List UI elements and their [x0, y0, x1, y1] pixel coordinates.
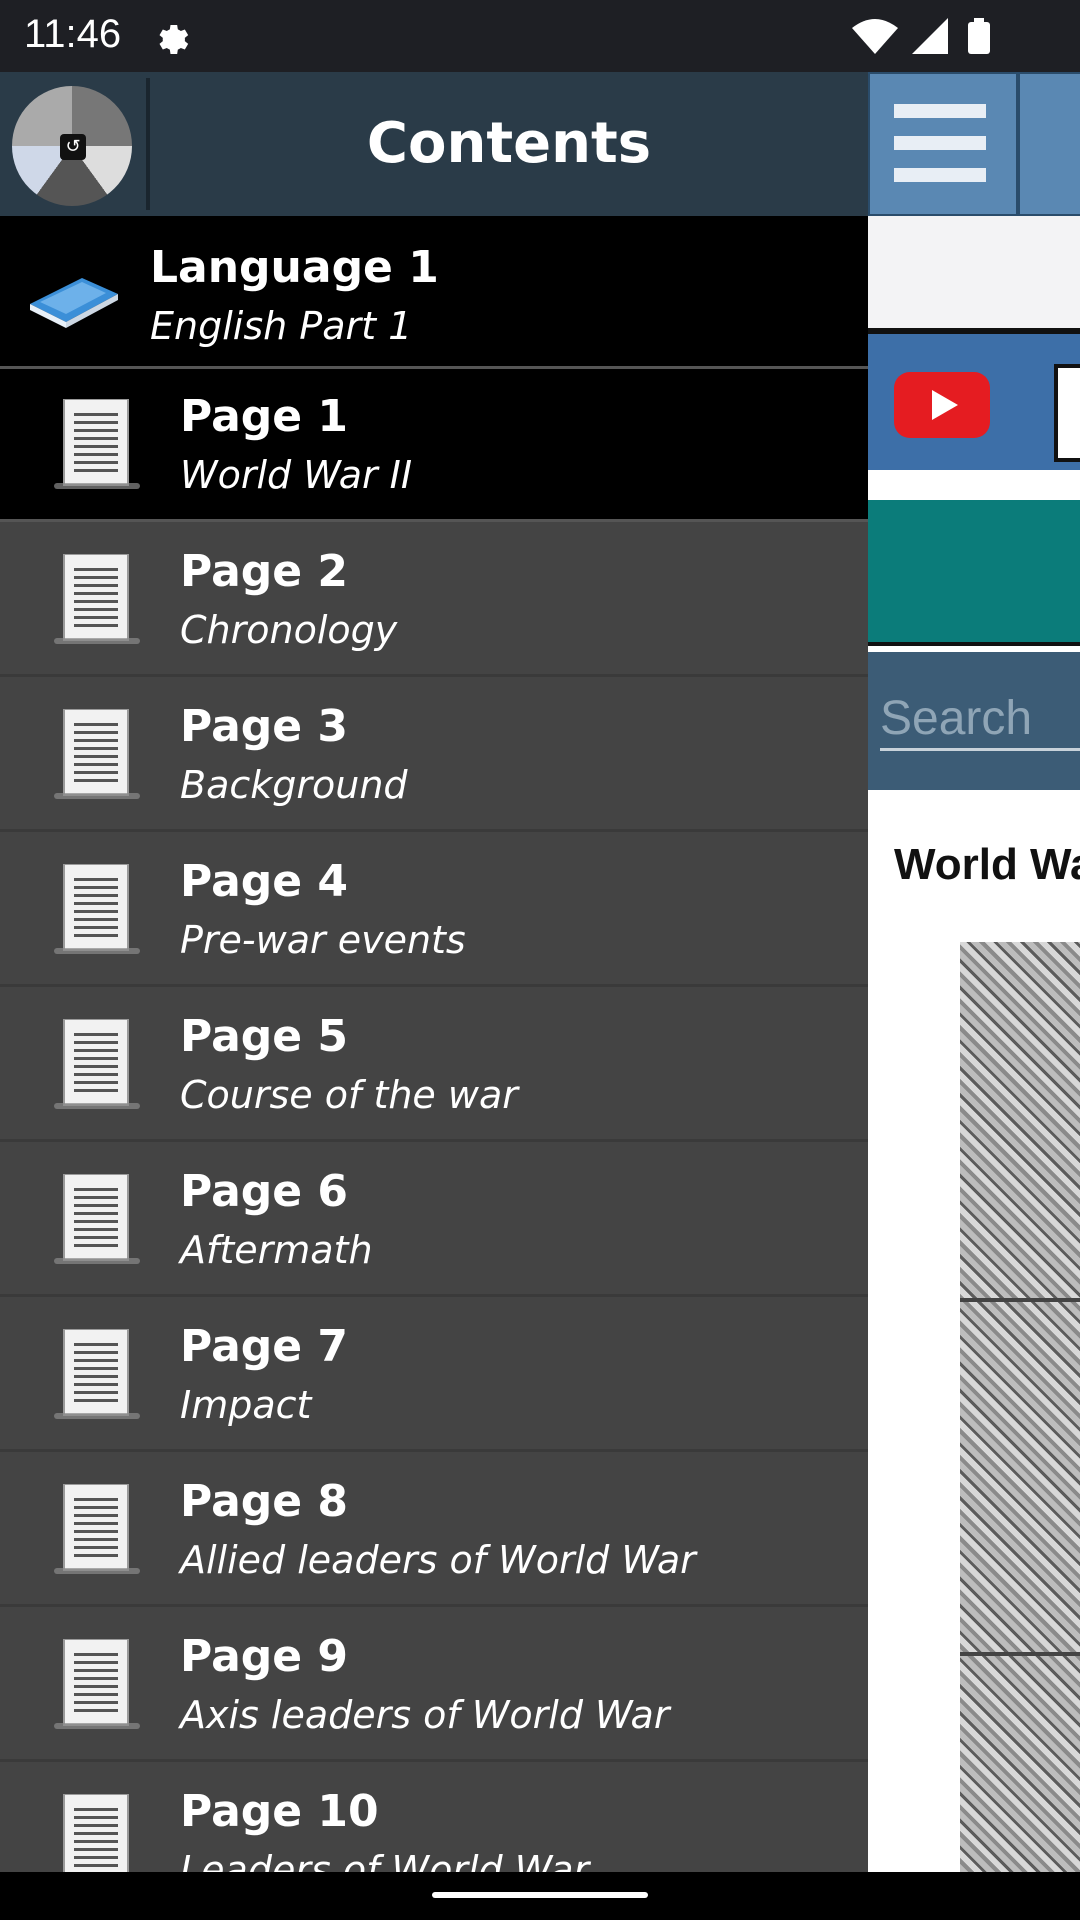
signal-icon — [912, 18, 948, 54]
item-title: Page 10 — [180, 1786, 379, 1837]
contents-item[interactable]: Page 6 Aftermath — [0, 1144, 868, 1297]
item-subtitle: Chronology — [180, 608, 398, 652]
search-input[interactable] — [880, 688, 1080, 751]
drawer-title: Contents — [366, 111, 652, 176]
contents-item[interactable]: Page 8 Allied leaders of World War — [0, 1454, 868, 1607]
document-icon — [54, 1174, 140, 1264]
item-subtitle: Leaders of World War — [180, 1848, 590, 1872]
language-title: Language 1 — [150, 242, 439, 293]
home-gesture-bar[interactable] — [432, 1892, 648, 1898]
document-icon — [54, 709, 140, 799]
document-icon — [54, 554, 140, 644]
book-icon — [30, 278, 118, 328]
item-title: Page 6 — [180, 1166, 349, 1217]
language-subtitle: English Part 1 — [150, 304, 413, 348]
item-subtitle: Pre-war events — [180, 918, 466, 962]
gear-icon — [159, 25, 189, 54]
item-title: Page 1 — [180, 391, 349, 442]
navigation-bar — [0, 1872, 1080, 1920]
contents-item[interactable]: Page 7 Impact — [0, 1299, 868, 1452]
article-photo — [960, 942, 1080, 1872]
item-title: Page 5 — [180, 1011, 349, 1062]
contents-item[interactable]: Page 1 World War II — [0, 369, 868, 522]
history-icon: ↺ — [60, 134, 86, 160]
teal-banner — [868, 500, 1080, 646]
header-button[interactable] — [1020, 74, 1080, 214]
item-subtitle: Allied leaders of World War — [180, 1538, 696, 1582]
battery-icon — [968, 22, 990, 54]
item-title: Page 8 — [180, 1476, 349, 1527]
system-status-icons — [852, 18, 990, 54]
avatar[interactable]: ↺ — [12, 86, 132, 206]
document-icon — [54, 1329, 140, 1419]
item-title: Page 3 — [180, 701, 349, 752]
contents-item[interactable]: Page 9 Axis leaders of World War — [0, 1609, 868, 1762]
youtube-icon[interactable] — [894, 372, 990, 438]
banner-strip — [868, 216, 1080, 334]
contents-item[interactable]: Page 10 Leaders of World War — [0, 1764, 868, 1872]
article-title: World Wa — [894, 840, 1080, 889]
contents-item[interactable]: Page 3 Background — [0, 679, 868, 832]
contents-item[interactable]: Page 5 Course of the war — [0, 989, 868, 1142]
document-icon — [63, 1794, 129, 1872]
search-area — [868, 652, 1080, 790]
status-bar: 11:46 — [0, 0, 1080, 72]
document-icon — [54, 864, 140, 954]
drawer-header: ↺ Contents — [0, 72, 868, 216]
item-subtitle: World War II — [180, 453, 413, 497]
menu-button[interactable] — [870, 74, 1016, 214]
item-subtitle: Aftermath — [180, 1228, 373, 1272]
main-header — [868, 72, 1080, 216]
document-thumbnail[interactable] — [1054, 364, 1080, 462]
document-icon — [54, 1484, 140, 1574]
item-subtitle: Course of the war — [180, 1073, 518, 1117]
status-time: 11:46 — [24, 12, 122, 56]
contents-item[interactable]: Page 4 Pre-war events — [0, 834, 868, 987]
main-content: World Wa — [868, 72, 1080, 1872]
item-title: Page 9 — [180, 1631, 349, 1682]
item-subtitle: Background — [180, 763, 408, 807]
item-title: Page 4 — [180, 856, 349, 907]
item-subtitle: Axis leaders of World War — [180, 1693, 670, 1737]
navigation-drawer: ↺ Contents Language 1 English Part 1 Pag… — [0, 72, 868, 1872]
wifi-icon — [852, 19, 898, 54]
item-title: Page 2 — [180, 546, 349, 597]
item-title: Page 7 — [180, 1321, 349, 1372]
document-icon — [54, 399, 140, 489]
document-icon — [54, 1639, 140, 1729]
document-icon — [54, 1019, 140, 1109]
language-row[interactable]: Language 1 English Part 1 — [0, 216, 868, 369]
media-strip — [868, 334, 1080, 470]
contents-item[interactable]: Page 2 Chronology — [0, 524, 868, 677]
item-subtitle: Impact — [180, 1383, 312, 1427]
